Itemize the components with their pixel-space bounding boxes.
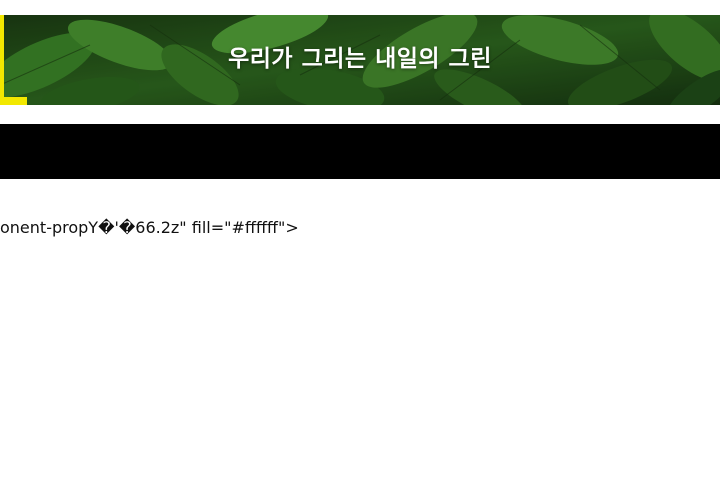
hero-banner: 우리가 그리는 내일의 그린 [0, 15, 720, 105]
navigation-bar [0, 124, 720, 179]
page: 우리가 그리는 내일의 그린 onent-propY�'�66.2z" fill… [0, 0, 720, 480]
accent-bar-vertical [0, 15, 4, 105]
broken-markup-text: onent-propY�'�66.2z" fill="#ffffff"> [0, 218, 299, 237]
accent-bar-horizontal [0, 97, 27, 105]
hero-title: 우리가 그리는 내일의 그린 [228, 46, 492, 72]
